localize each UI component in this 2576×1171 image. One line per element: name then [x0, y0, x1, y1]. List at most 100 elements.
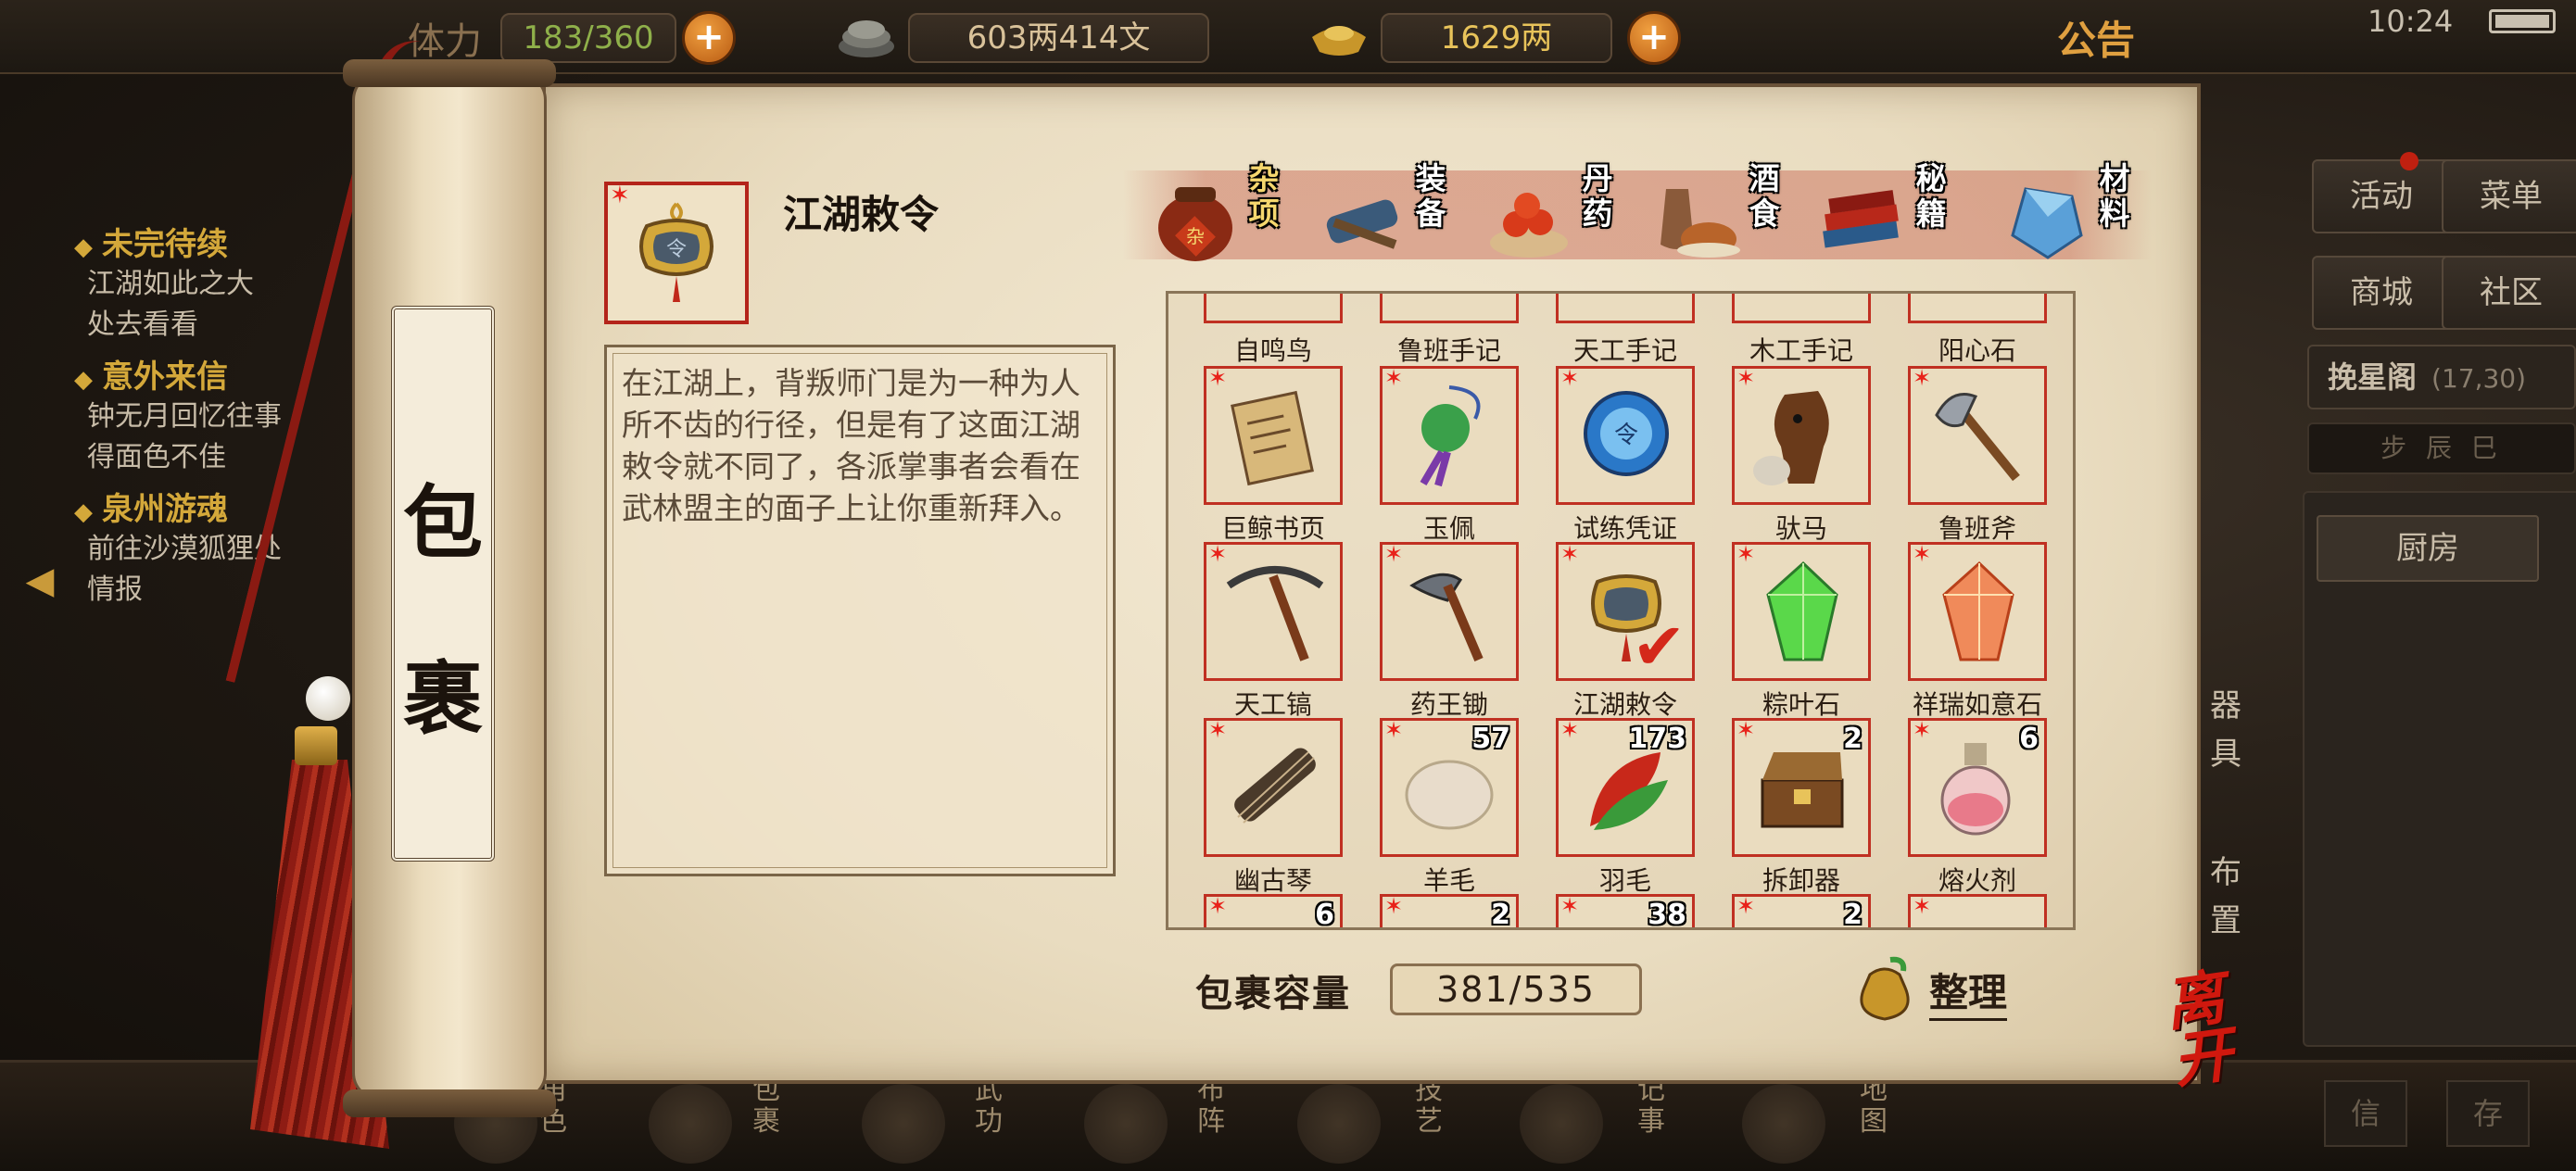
sort-button[interactable]: 整理	[1850, 949, 2035, 1026]
tassel-bead	[306, 676, 350, 721]
selected-item-name: 江湖敕令	[783, 192, 940, 237]
item-slot[interactable]: ✶ 2	[1380, 893, 1519, 927]
diamond-icon: ◆	[74, 366, 93, 394]
item-slot[interactable]: ✶	[1908, 365, 2047, 505]
item-label: 鲁班斧	[1938, 513, 2016, 544]
item-slot[interactable]: ✶ 38	[1556, 893, 1695, 927]
selected-item-icon-frame: ✶ 令	[604, 182, 749, 324]
fire-crystal-icon	[1942, 560, 2014, 661]
tab-misc[interactable]: 杂 杂项	[1147, 157, 1314, 278]
item-slot[interactable]	[1732, 294, 1871, 323]
notification-dot	[2400, 152, 2418, 170]
item-slot[interactable]: ✶ 令	[1556, 365, 1695, 505]
quest-desc: 情报	[87, 573, 143, 606]
item-slot[interactable]	[1204, 294, 1343, 323]
collapse-quest-arrow-icon[interactable]: ◀	[17, 560, 63, 606]
item-slot[interactable]: ✶ 57	[1380, 717, 1519, 857]
item-slot[interactable]: ✶	[1908, 893, 2047, 927]
item-slot[interactable]: ✶ 2	[1732, 893, 1871, 927]
nav-bag[interactable]: 包裹	[746, 1075, 787, 1167]
item-label: 羊毛	[1422, 865, 1475, 896]
diamond-icon: ◆	[74, 498, 93, 526]
tab-equipment[interactable]: 装备	[1314, 157, 1481, 278]
hoe-icon	[1409, 573, 1484, 661]
tab-food[interactable]: 酒食	[1648, 157, 1814, 278]
layout-tab[interactable]: 布置	[2205, 849, 2246, 945]
gold-ingot-icon	[1312, 26, 1366, 56]
item-slot[interactable]	[1908, 294, 2047, 323]
scroll-title: 包裹	[403, 476, 483, 746]
tab-manuals[interactable]: 秘籍	[1814, 157, 1981, 278]
selected-check-icon: ✔	[1632, 609, 1686, 685]
pills-icon	[1490, 193, 1568, 258]
community-button[interactable]: 社区	[2442, 256, 2576, 330]
martial-icon[interactable]	[862, 1084, 945, 1164]
item-label: 天工手记	[1572, 335, 1677, 366]
add-gold-button[interactable]: +	[1627, 11, 1681, 65]
money-value: 603两414文	[908, 13, 1209, 63]
item-slot[interactable]: ✶ 2	[1732, 717, 1871, 857]
leave-button[interactable]: 离开	[2136, 963, 2264, 1109]
item-slot[interactable]: ✶ 173	[1556, 717, 1695, 857]
item-label: 巨鲸书页	[1220, 513, 1325, 544]
item-slot[interactable]: ✶	[1204, 717, 1343, 857]
svg-text:令: 令	[666, 238, 687, 261]
notice-button[interactable]: 公告	[2057, 9, 2135, 66]
item-label: 天工镐	[1233, 689, 1312, 720]
bag-icon[interactable]	[649, 1084, 732, 1164]
item-label: 江湖敕令	[1572, 689, 1677, 720]
item-slot[interactable]: ✶	[1380, 365, 1519, 505]
diamond-icon: ◆	[74, 233, 93, 261]
item-label: 药王锄	[1409, 689, 1488, 720]
nav-formation[interactable]: 布阵	[1191, 1075, 1231, 1167]
svg-text:杂: 杂	[1186, 225, 1205, 247]
tab-pills[interactable]: 丹药	[1481, 157, 1648, 278]
star-icon: ✶	[1208, 893, 1228, 919]
item-label: 玉佩	[1422, 513, 1475, 544]
shop-button[interactable]: 商城	[2312, 256, 2451, 330]
nav-martial[interactable]: 武功	[968, 1075, 1009, 1167]
item-slot[interactable]: ✶	[1732, 541, 1871, 681]
item-slot[interactable]: ✶ 6	[1908, 717, 2047, 857]
tassel-ring	[295, 726, 337, 765]
kitchen-button[interactable]: 厨房	[2317, 515, 2539, 582]
item-description: 在江湖上，背叛师门是为一种为人所不齿的行径，但是有了这面江湖敕令就不同了，各派掌…	[622, 365, 1080, 526]
quest-title[interactable]: ◆ 未完待续	[74, 219, 371, 264]
item-slot[interactable]	[1556, 294, 1695, 323]
chest-icon	[1761, 752, 1844, 828]
paper-icon	[1231, 390, 1314, 486]
item-slot[interactable]: ✶	[1908, 541, 2047, 681]
letter-button[interactable]: 信	[2324, 1080, 2407, 1147]
inventory-grid[interactable]: 自鸣鸟 鲁班手记 天工手记 木工手记 阳心石 ✶ ✶ ✶ 令 ✶ ✶ 巨鲸书页 …	[1166, 291, 2076, 930]
scroll-cap	[343, 1089, 556, 1117]
clock: 10:24	[2368, 4, 2454, 39]
tools-tab[interactable]: 器具	[2205, 682, 2246, 778]
green-crystal-icon	[1766, 560, 1838, 661]
item-slot[interactable]: ✶ 6	[1204, 893, 1343, 927]
skill-icon[interactable]	[1297, 1084, 1381, 1164]
tab-materials[interactable]: 材料	[1998, 157, 2165, 278]
capacity-label: 包裹容量	[1195, 973, 1351, 1015]
menu-button[interactable]: 菜单	[2442, 159, 2576, 233]
nav-skill[interactable]: 技艺	[1408, 1075, 1449, 1167]
item-slot[interactable]: ✶	[1204, 541, 1343, 681]
add-stamina-button[interactable]: +	[682, 11, 736, 65]
journal-icon[interactable]	[1520, 1084, 1603, 1164]
item-slot[interactable]: ✶	[1380, 541, 1519, 681]
books-icon	[1823, 190, 1899, 248]
quest-title[interactable]: ◆ 泉州游魂	[74, 484, 371, 529]
jar-icon: 杂	[1158, 187, 1232, 261]
formation-icon[interactable]	[1084, 1084, 1168, 1164]
nav-map[interactable]: 地图	[1853, 1075, 1894, 1167]
save-button[interactable]: 存	[2446, 1080, 2530, 1147]
time-indicator: 步 辰 巳	[2307, 422, 2576, 474]
activity-button[interactable]: 活动	[2312, 159, 2451, 233]
nav-journal[interactable]: 记事	[1631, 1075, 1672, 1167]
svg-text:令: 令	[1614, 422, 1638, 449]
item-slot[interactable]: ✶	[1732, 365, 1871, 505]
item-slot[interactable]	[1380, 294, 1519, 323]
star-icon: ✶	[1736, 893, 1756, 919]
map-icon[interactable]	[1742, 1084, 1825, 1164]
item-slot[interactable]: ✶	[1204, 365, 1343, 505]
potion-icon	[1940, 743, 2011, 836]
